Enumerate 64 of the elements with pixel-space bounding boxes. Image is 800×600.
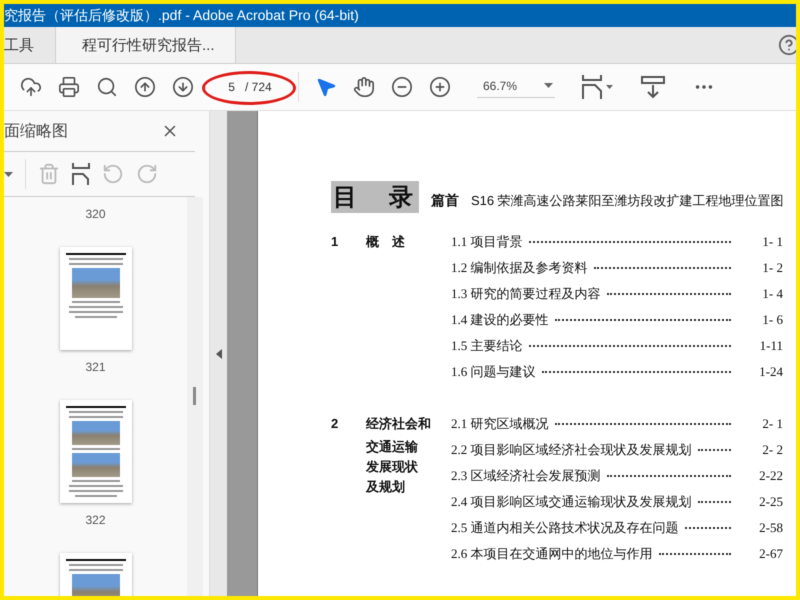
preface-label: 篇首: [431, 192, 459, 210]
page-label: 322: [85, 513, 106, 527]
preface-title: S16 荣潍高速公路莱阳至潍坊段改扩建工程地理位置图: [471, 192, 784, 210]
page-number-field[interactable]: 5: [220, 80, 235, 94]
toc-page-number: 2- 2: [761, 442, 783, 458]
zoom-out-icon[interactable]: [391, 76, 413, 98]
pointer-icon[interactable]: [315, 76, 337, 98]
window-title: 究报告（评估后修改版）.pdf - Adobe Acrobat Pro (64-bit): [4, 4, 796, 27]
options-caret-icon: [4, 172, 13, 176]
caret-icon: [544, 83, 553, 88]
section-number: 1: [331, 233, 340, 251]
toc-page-number: 2-25: [758, 494, 783, 510]
toc-page-number: 1-24: [758, 364, 783, 380]
toc-page-number: 1- 6: [761, 312, 783, 328]
page-fit-icon[interactable]: [581, 75, 615, 99]
toc-entry-title: 1.3 研究的简要过程及内容: [451, 285, 600, 303]
toc-entry-title: 2.3 区域经济社会发展预测: [451, 467, 600, 485]
help-icon[interactable]: [778, 34, 796, 56]
page-label: 321: [85, 360, 106, 374]
page-thumbnail[interactable]: [60, 400, 132, 503]
toc-entry-title: 2.5 通道内相关公路技术状况及存在问题: [451, 519, 678, 537]
toc-entry-title: 1.5 主要结论: [451, 337, 522, 355]
panel-title: 面缩略图: [4, 122, 68, 142]
section-number: 2: [331, 415, 340, 433]
section-title: 概 述: [366, 233, 406, 251]
splitter-handle[interactable]: [210, 111, 227, 596]
toc-page-number: 2-67: [758, 546, 783, 562]
next-page-icon[interactable]: [172, 76, 194, 98]
page-total: / 724: [244, 80, 272, 94]
zoom-field[interactable]: 66.7%: [477, 76, 555, 98]
upload-icon[interactable]: [20, 76, 42, 98]
section-title: 经济社会和: [366, 415, 432, 433]
toc-entry-title: 2.4 项目影响区域交通运输现状及发展规划: [451, 493, 692, 511]
page-extract-icon[interactable]: [72, 163, 90, 185]
toc-entry-title: 2.1 研究区域概况: [451, 415, 548, 433]
section-title: 发展现状: [366, 458, 419, 476]
zoom-in-icon[interactable]: [429, 76, 451, 98]
toc-page-number: 1- 4: [761, 286, 783, 302]
section-title: 及规划: [366, 478, 406, 496]
toc-page-number: 2-58: [758, 520, 783, 536]
document-tab[interactable]: 工具: [4, 27, 56, 63]
zoom-search-icon[interactable]: [96, 76, 118, 98]
section-title: 交通运输: [366, 438, 419, 456]
toc-page-number: 2- 1: [761, 416, 783, 432]
toc-entry-title: 1.2 编制依据及参考资料: [451, 259, 588, 277]
toc-entry-title: 1.6 问题与建议: [451, 363, 536, 381]
toc-entry-title: 2.2 项目影响区域经济社会现状及发展规划: [451, 441, 692, 459]
toc-page-number: 1- 2: [761, 260, 783, 276]
document-tab[interactable]: 程可行性研究报告...: [56, 27, 236, 63]
hand-icon[interactable]: [353, 76, 375, 98]
keyboard-download-icon[interactable]: [641, 75, 665, 99]
page-label: 320: [85, 207, 106, 221]
toc-page-number: 1-11: [758, 338, 783, 354]
contents-heading: 目 录: [331, 181, 419, 213]
toc-page-number: 1- 1: [761, 234, 783, 250]
toc-entry-title: 1.1 项目背景: [451, 233, 522, 251]
toc-entry-title: 1.4 建设的必要性: [451, 311, 548, 329]
collapse-arrow-icon[interactable]: [216, 348, 222, 358]
toc-entry-title: 2.6 本项目在交通网中的地位与作用: [451, 545, 652, 563]
page-thumbnail[interactable]: [60, 247, 132, 350]
print-icon[interactable]: [58, 76, 80, 98]
scrollbar[interactable]: [187, 197, 203, 596]
toc-page-number: 2-22: [758, 468, 783, 484]
previous-page-icon[interactable]: [134, 76, 156, 98]
